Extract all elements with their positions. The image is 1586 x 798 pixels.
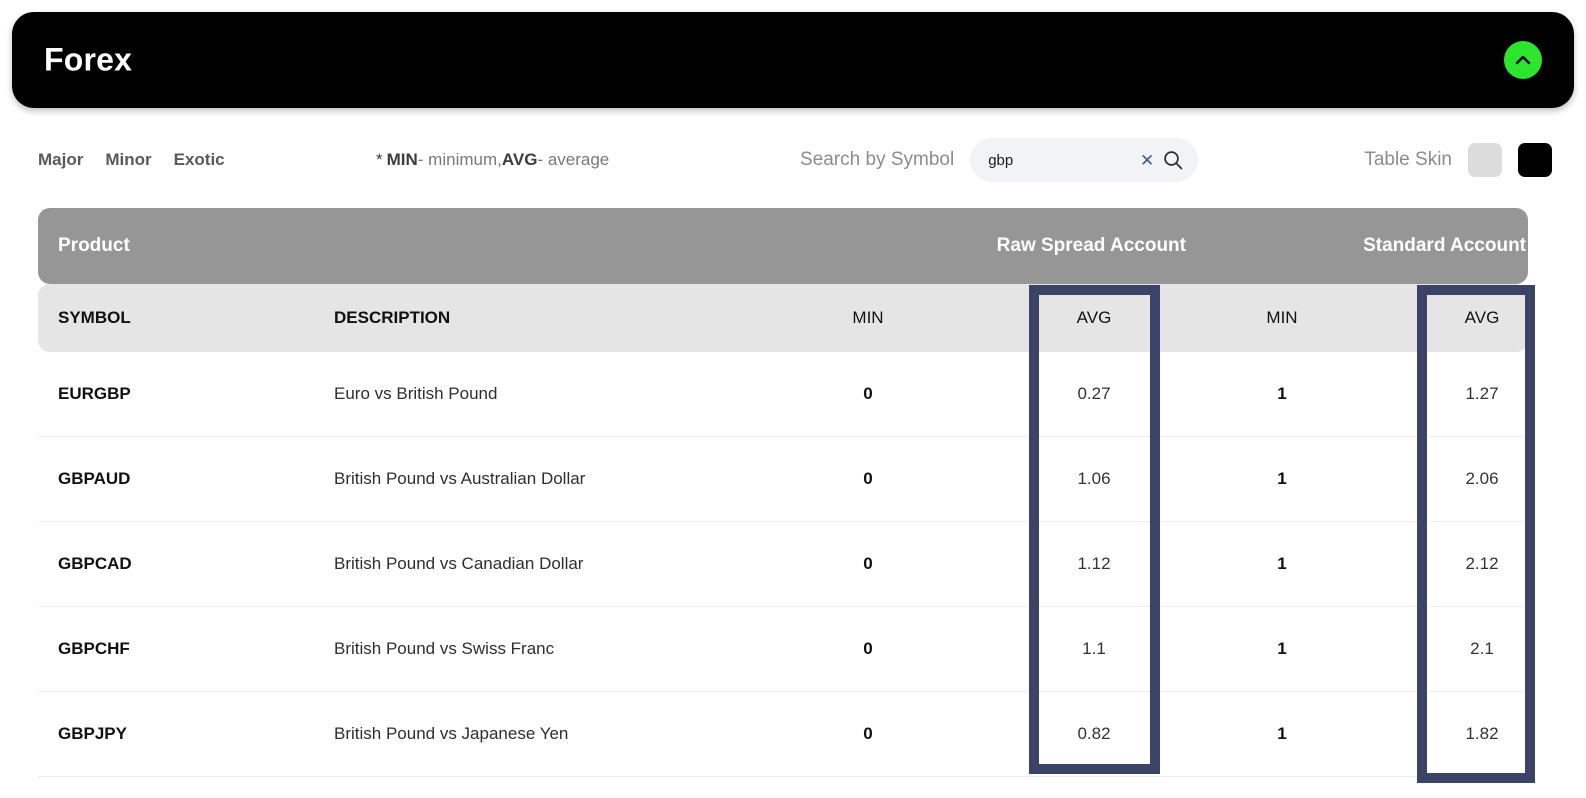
table-cell-raw-min: 0 xyxy=(863,554,873,573)
search-area: Search by Symbol ✕ xyxy=(800,132,1199,188)
table-cell-symbol: GBPAUD xyxy=(58,469,131,488)
close-icon[interactable]: ✕ xyxy=(1136,152,1162,169)
column-header-raw-min[interactable]: MIN xyxy=(808,284,928,352)
legend-note: * MIN - minimum, AVG - average xyxy=(376,132,609,188)
table-cell-description: Euro vs British Pound xyxy=(334,384,498,403)
table-cell-raw-avg: 0.27 xyxy=(1077,384,1111,403)
table-cell-symbol: GBPCAD xyxy=(58,554,132,573)
table-skin-area: Table Skin xyxy=(1364,132,1552,188)
table-row[interactable]: GBPCAD British Pound vs Canadian Dollar 0 1… xyxy=(38,522,1528,607)
table-cell-std-avg: 2.12 xyxy=(1465,554,1499,573)
table-cell-raw-avg: 0.82 xyxy=(1077,724,1111,743)
tab-major[interactable]: Major xyxy=(38,150,83,170)
table-cell-description: British Pound vs Swiss Franc xyxy=(334,639,555,658)
legend-min-text: - minimum, xyxy=(417,150,502,169)
search-box[interactable]: ✕ xyxy=(970,138,1199,182)
search-label: Search by Symbol xyxy=(800,149,955,170)
table-column-header-row: SYMBOL DESCRIPTION MIN AVG MIN AVG xyxy=(38,284,1528,352)
table-skin-dark-swatch[interactable] xyxy=(1518,143,1552,177)
table-cell-std-avg: 2.1 xyxy=(1470,639,1494,658)
legend-star: * xyxy=(376,150,383,169)
group-header-standard-account: Standard Account xyxy=(1363,235,1526,256)
table-row[interactable]: GBPJPY British Pound vs Japanese Yen 0 0.82… xyxy=(38,692,1528,777)
spreads-table: Product Raw Spread Account Standard Acco… xyxy=(38,208,1528,777)
table-row[interactable]: GBPCHF British Pound vs Swiss Franc 0 1.1 1 2… xyxy=(38,607,1528,692)
table-group-header-row: Product Raw Spread Account Standard Acco… xyxy=(38,208,1528,284)
table-cell-description: British Pound vs Japanese Yen xyxy=(334,724,569,743)
table-cell-std-min: 1 xyxy=(1277,469,1287,488)
legend-avg-text: - average xyxy=(537,150,610,169)
table-row[interactable]: EURGBP Euro vs British Pound 0 0.27 1 1.27 xyxy=(38,352,1528,437)
app-header: Forex xyxy=(12,12,1574,108)
table-cell-std-avg: 1.82 xyxy=(1465,724,1499,743)
tab-minor[interactable]: Minor xyxy=(105,150,151,170)
column-header-std-min[interactable]: MIN xyxy=(1222,284,1342,352)
table-cell-std-min: 1 xyxy=(1277,639,1287,658)
category-tabs: Major Minor Exotic xyxy=(38,132,225,188)
table-cell-std-min: 1 xyxy=(1277,554,1287,573)
chevron-up-icon xyxy=(1513,50,1533,70)
table-cell-raw-min: 0 xyxy=(863,384,873,403)
collapse-panel-button[interactable] xyxy=(1504,41,1542,79)
table-cell-symbol: GBPCHF xyxy=(58,639,130,658)
legend-min-abbr: MIN xyxy=(386,150,418,169)
toolbar: Major Minor Exotic * MIN - minimum, AVG … xyxy=(0,132,1586,188)
legend-avg-abbr: AVG xyxy=(501,150,538,169)
table-cell-symbol: GBPJPY xyxy=(58,724,127,743)
table-cell-std-avg: 1.27 xyxy=(1465,384,1499,403)
tab-exotic[interactable]: Exotic xyxy=(174,150,225,170)
search-input[interactable] xyxy=(988,151,1136,169)
table-skin-label: Table Skin xyxy=(1364,149,1452,170)
page-title: Forex xyxy=(44,41,133,78)
table-skin-light-swatch[interactable] xyxy=(1468,143,1502,177)
table-row[interactable]: GBPAUD British Pound vs Australian Dollar… xyxy=(38,437,1528,522)
column-header-std-avg[interactable]: AVG xyxy=(1422,284,1542,352)
table-cell-description: British Pound vs Canadian Dollar xyxy=(334,554,584,573)
table-body: EURGBP Euro vs British Pound 0 0.27 1 1.27 GBP… xyxy=(38,352,1528,777)
table-cell-description: British Pound vs Australian Dollar xyxy=(334,469,586,488)
table-cell-raw-min: 0 xyxy=(863,639,873,658)
column-header-raw-avg[interactable]: AVG xyxy=(1034,284,1154,352)
table-cell-symbol: EURGBP xyxy=(58,384,131,403)
table-cell-raw-avg: 1.06 xyxy=(1077,469,1111,488)
table-cell-std-avg: 2.06 xyxy=(1465,469,1499,488)
search-icon[interactable] xyxy=(1162,149,1184,171)
table-cell-raw-min: 0 xyxy=(863,724,873,743)
table-cell-raw-avg: 1.12 xyxy=(1077,554,1111,573)
column-header-description[interactable]: DESCRIPTION xyxy=(334,284,450,352)
table-cell-std-min: 1 xyxy=(1277,724,1287,743)
column-header-symbol[interactable]: SYMBOL xyxy=(58,284,131,352)
table-cell-std-min: 1 xyxy=(1277,384,1287,403)
table-cell-raw-avg: 1.1 xyxy=(1082,639,1106,658)
table-cell-raw-min: 0 xyxy=(863,469,873,488)
